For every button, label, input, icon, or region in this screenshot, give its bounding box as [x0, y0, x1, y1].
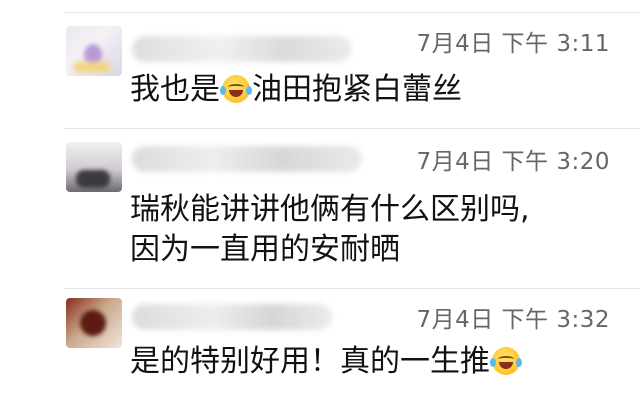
username-blurred[interactable] — [132, 146, 362, 172]
comment-text-before-emoji: 是的特别好用！真的一生推 — [130, 344, 490, 379]
comment-item[interactable]: 7月4日 下午 3:20 瑞秋能讲讲他俩有什么区别吗, 因为一直用的安耐晒 — [0, 128, 640, 288]
comment-text: 是的特别好用！真的一生推 — [130, 342, 522, 382]
comment-item[interactable]: 7月4日 下午 3:11 我也是 油田抱紧白蕾丝 — [0, 0, 640, 120]
username-blurred[interactable] — [132, 304, 332, 330]
avatar[interactable] — [66, 26, 122, 76]
comment-text: 我也是 油田抱紧白蕾丝 — [130, 70, 462, 110]
comment-item[interactable]: 7月4日 下午 3:32 是的特别好用！真的一生推 — [0, 288, 640, 410]
username-blurred[interactable] — [132, 36, 352, 62]
comment-text-line-2: 因为一直用的安耐晒 — [130, 232, 400, 267]
comment-text-before-emoji: 我也是 — [130, 72, 220, 107]
avatar[interactable] — [66, 142, 122, 192]
comment-timestamp: 7月4日 下午 3:20 — [416, 149, 610, 175]
comment-timestamp: 7月4日 下午 3:11 — [416, 31, 610, 57]
comment-text-after-emoji: 油田抱紧白蕾丝 — [252, 72, 462, 107]
comment-text-line-1: 瑞秋能讲讲他俩有什么区别吗, — [130, 192, 530, 227]
laughing-tears-emoji — [220, 75, 252, 103]
avatar[interactable] — [66, 298, 122, 348]
comment-timestamp: 7月4日 下午 3:32 — [416, 307, 610, 333]
laughing-tears-emoji — [490, 347, 522, 375]
